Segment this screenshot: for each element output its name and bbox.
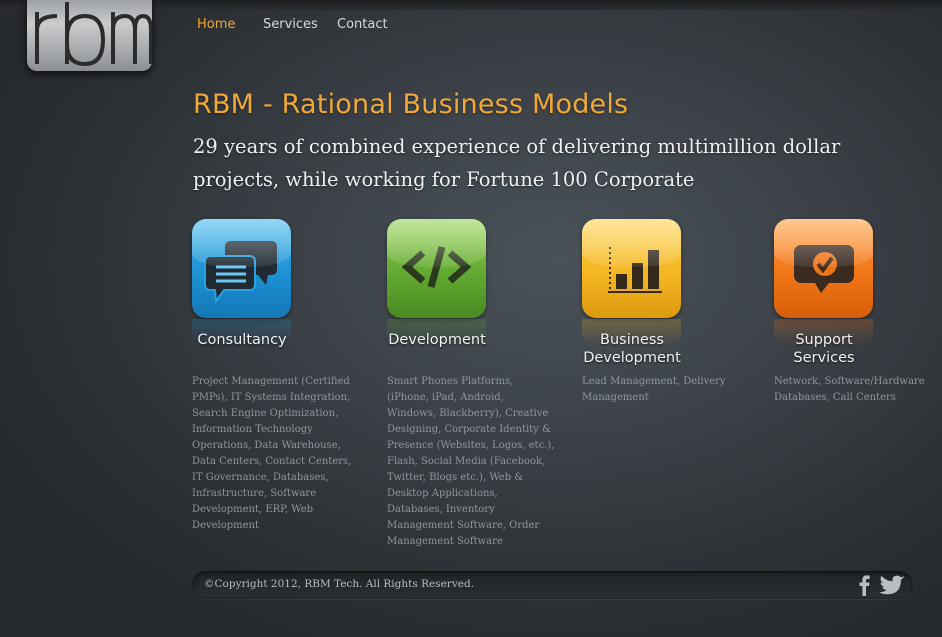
service-desc-business-development: Lead Management, Delivery Management <box>582 376 726 403</box>
business-development-tile[interactable] <box>582 219 681 318</box>
service-title-line: Support <box>795 332 853 348</box>
service-business-development[interactable] <box>582 219 681 347</box>
consultancy-tile[interactable] <box>192 219 291 318</box>
copyright-text: ©Copyright 2012, RBM Tech. All Rights Re… <box>204 578 475 590</box>
twitter-icon[interactable] <box>878 574 906 596</box>
service-support-services[interactable] <box>774 219 873 347</box>
support-services-tile[interactable] <box>774 219 873 318</box>
code-brackets-icon <box>401 246 472 288</box>
service-title-line: Consultancy <box>197 332 287 348</box>
rbm-logo[interactable] <box>27 0 152 71</box>
service-desc-development: Smart Phones Platforms, (iPhone, iPad, A… <box>387 376 555 547</box>
service-title-support-services[interactable]: Support Services <box>754 331 894 367</box>
development-tile[interactable] <box>387 219 486 318</box>
bar-chart-icon <box>608 247 662 293</box>
service-desc-support-services: Network, Software/Hardware Databases, Ca… <box>774 376 925 403</box>
nav-home[interactable]: Home <box>197 17 235 32</box>
service-title-development[interactable]: Development <box>367 331 507 349</box>
rbm-logo-mark <box>35 2 152 67</box>
facebook-icon[interactable] <box>856 573 874 597</box>
service-development[interactable] <box>387 219 486 347</box>
nav-contact[interactable]: Contact <box>337 17 388 32</box>
service-title-line: Business <box>600 332 664 348</box>
page-headline: RBM - Rational Business Models <box>193 89 629 120</box>
footer-bar: ©Copyright 2012, RBM Tech. All Rights Re… <box>192 571 913 599</box>
service-title-consultancy[interactable]: Consultancy <box>172 331 312 349</box>
service-desc-consultancy: Project Management (Certified PMPs), IT … <box>192 376 352 531</box>
service-title-line: Services <box>793 350 855 366</box>
nav-services[interactable]: Services <box>263 17 318 32</box>
hero-tagline: 29 years of combined experience of deliv… <box>193 135 841 191</box>
chat-bubbles-icon <box>204 241 277 304</box>
service-consultancy[interactable] <box>192 219 291 347</box>
checkmark-bubble-icon <box>794 245 854 293</box>
service-title-line: Development <box>388 332 486 348</box>
service-title-business-development[interactable]: Business Development <box>562 331 702 367</box>
service-title-line: Development <box>583 350 681 366</box>
